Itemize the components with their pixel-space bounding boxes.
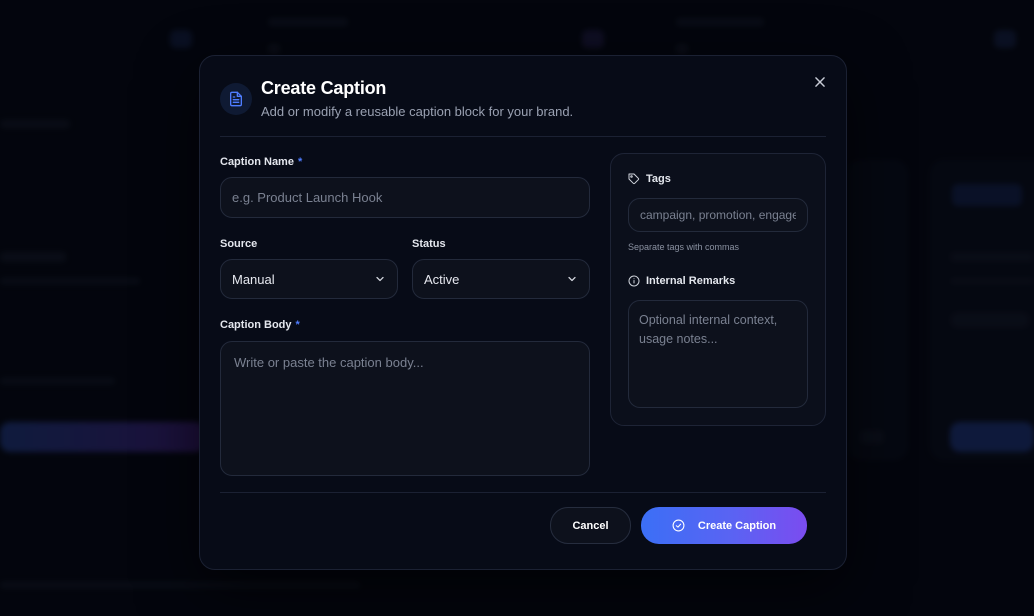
tags-label: Tags: [628, 173, 671, 185]
footer-divider: [220, 492, 826, 493]
header-divider: [220, 136, 826, 137]
status-select[interactable]: Active: [412, 259, 590, 299]
tags-input[interactable]: [628, 198, 808, 232]
required-mark: *: [297, 156, 303, 168]
create-caption-button[interactable]: Create Caption: [641, 507, 807, 544]
source-label: Source: [220, 238, 258, 250]
cancel-button-label: Cancel: [572, 519, 609, 532]
caption-name-label: Caption Name *: [220, 156, 302, 168]
caption-body-label-text: Caption Body: [220, 319, 292, 331]
close-button[interactable]: [810, 72, 830, 92]
tags-hint: Separate tags with commas: [628, 242, 740, 252]
source-select[interactable]: Manual: [220, 259, 398, 299]
remarks-label-text: Internal Remarks: [646, 275, 736, 287]
status-label: Status: [412, 238, 446, 250]
side-panel: Tags Separate tags with commas Internal …: [610, 153, 826, 426]
required-mark: *: [295, 319, 300, 331]
caption-body-label: Caption Body *: [220, 319, 300, 331]
close-icon: [815, 77, 825, 87]
caption-name-label-text: Caption Name: [220, 156, 294, 168]
tag-icon: [628, 173, 640, 185]
dialog-subtitle: Add or modify a reusable caption block f…: [261, 104, 574, 119]
source-select-value: Manual: [232, 271, 275, 287]
create-caption-dialog: Create Caption Add or modify a reusable …: [199, 55, 847, 570]
chevron-down-icon: [568, 276, 576, 282]
document-icon: [220, 83, 252, 115]
caption-name-input[interactable]: [220, 177, 590, 218]
create-caption-button-label: Create Caption: [697, 519, 777, 532]
caption-body-textarea[interactable]: [220, 341, 590, 476]
remarks-label: Internal Remarks: [628, 275, 735, 287]
info-icon: [628, 275, 640, 287]
check-circle-icon: [672, 519, 685, 532]
cancel-button[interactable]: Cancel: [550, 507, 631, 544]
status-select-value: Active: [424, 271, 460, 287]
chevron-down-icon: [376, 276, 384, 282]
internal-remarks-textarea[interactable]: [628, 300, 808, 408]
dialog-title: Create Caption: [261, 78, 387, 98]
tags-label-text: Tags: [646, 173, 671, 185]
